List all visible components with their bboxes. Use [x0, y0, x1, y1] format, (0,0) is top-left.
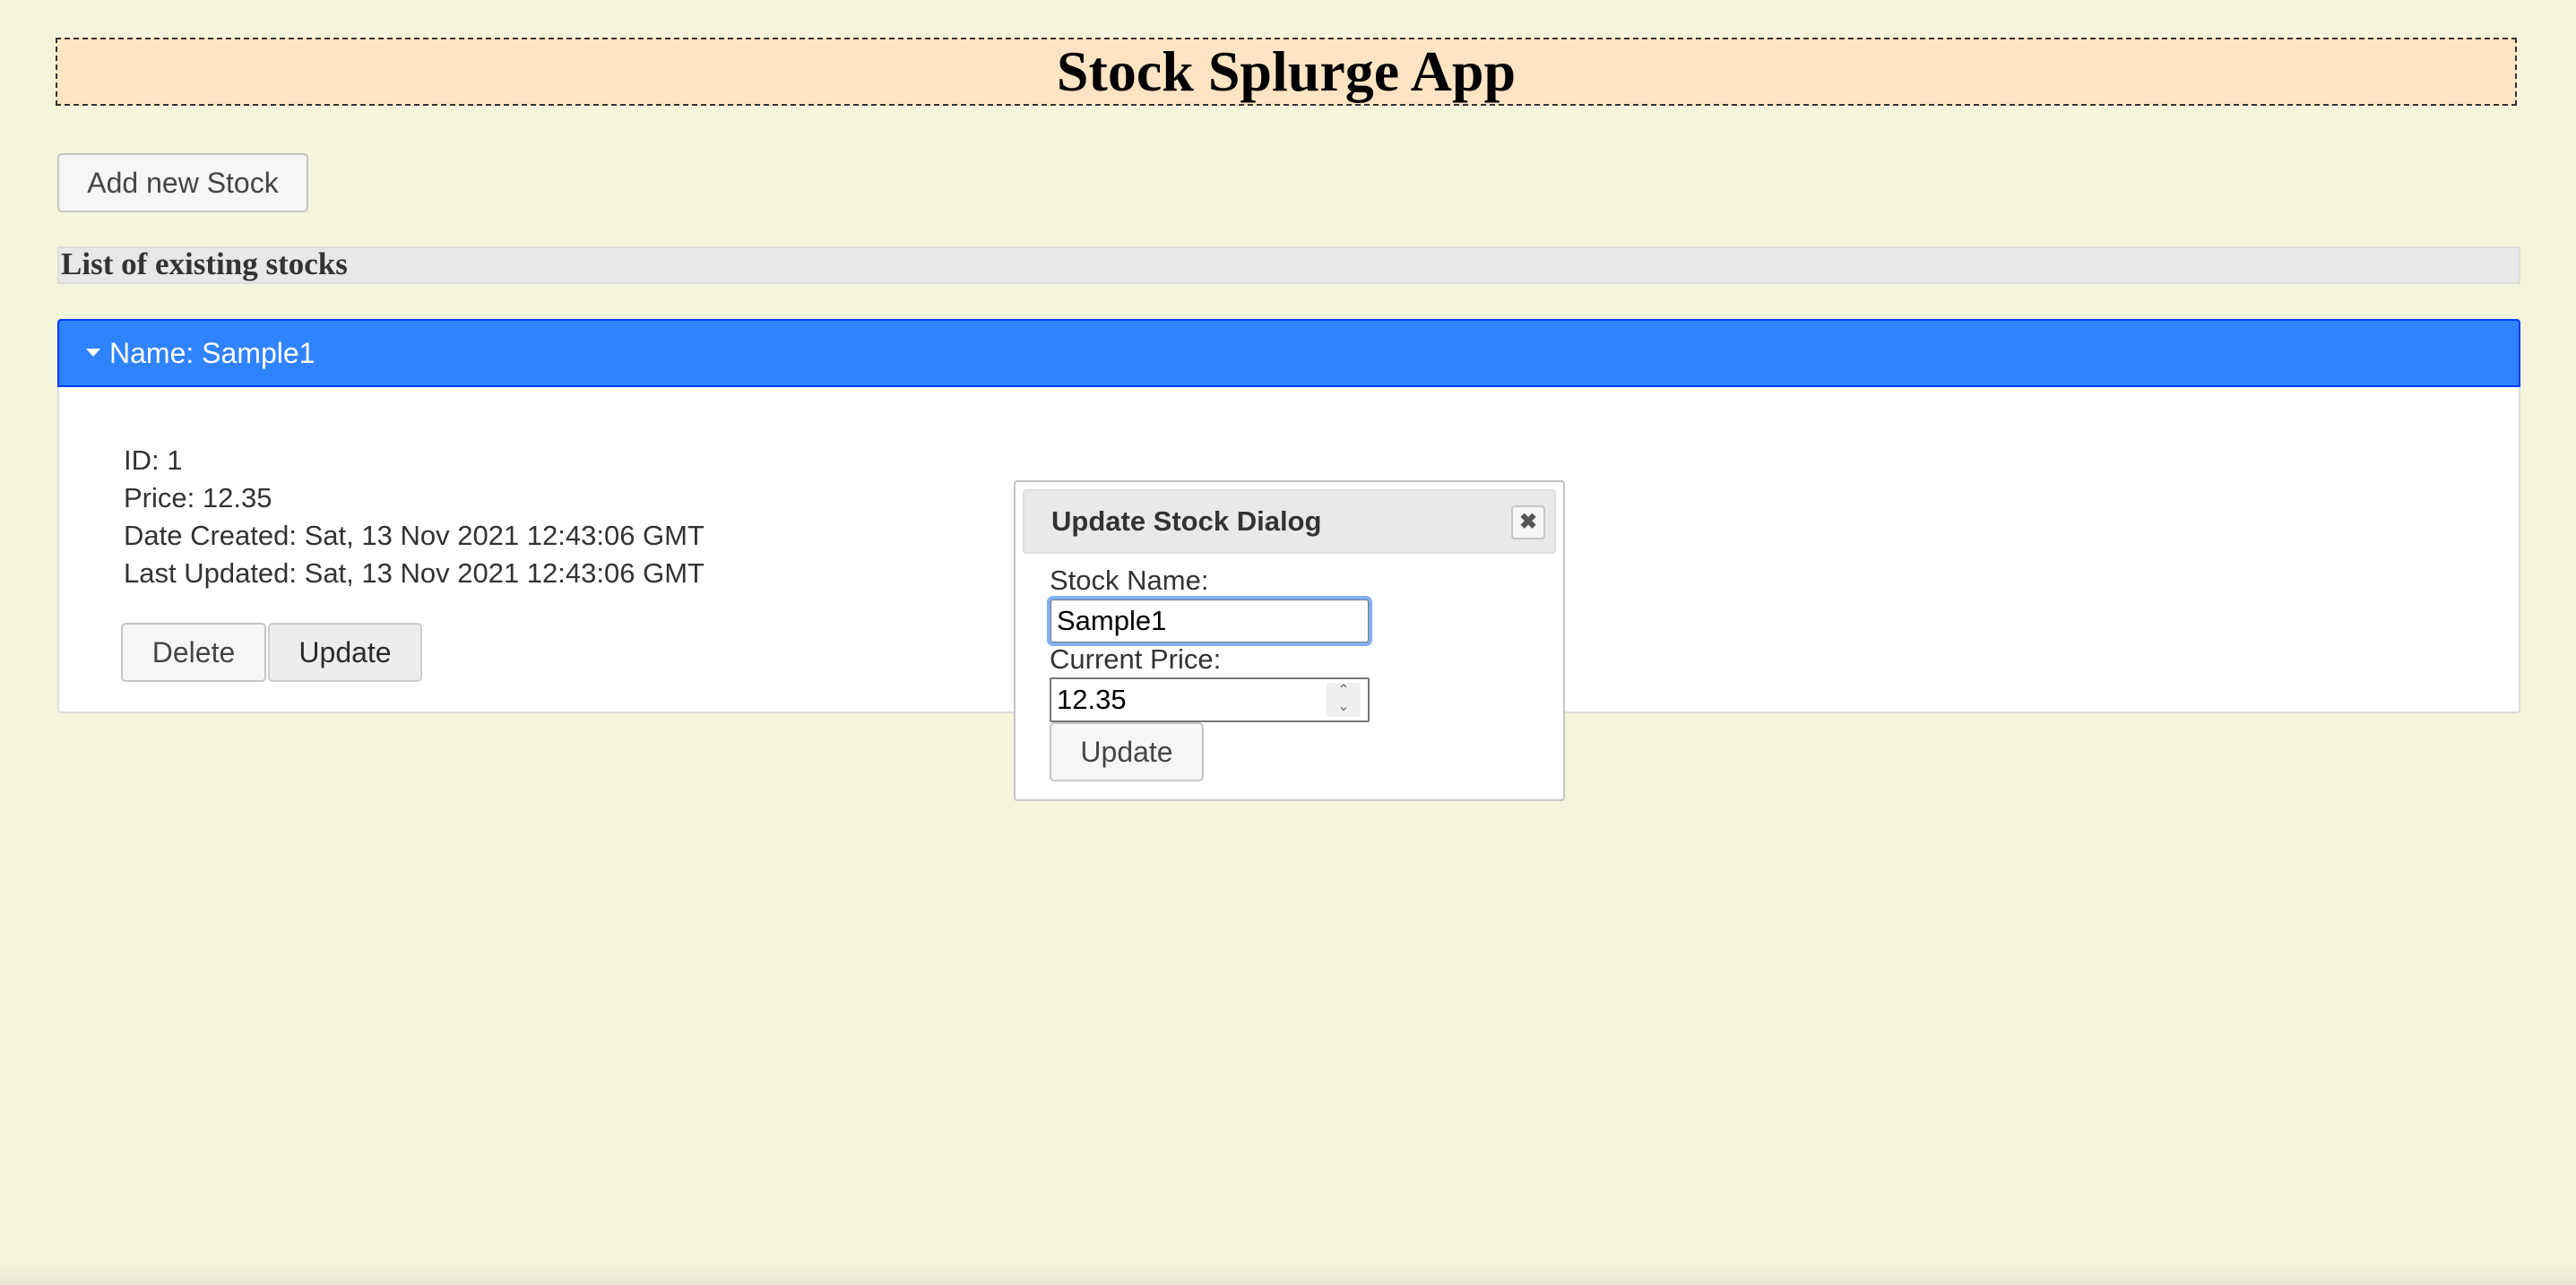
stock-name-label: Name: Sample1: [109, 337, 316, 369]
dialog-update-button[interactable]: Update: [1050, 722, 1204, 781]
delete-button[interactable]: Delete: [121, 623, 266, 682]
update-stock-dialog: Update Stock Dialog ✖ Stock Name: Curren…: [1014, 480, 1565, 801]
triangle-down-icon: [86, 349, 100, 358]
stock-name-label: Stock Name:: [1050, 565, 1209, 596]
stock-accordion-header[interactable]: Name: Sample1: [57, 319, 2520, 387]
spinner-arrows-icon[interactable]: ⌃ ⌄: [1327, 683, 1361, 717]
stock-date-created: Date Created: Sat, 13 Nov 2021 12:43:06 …: [124, 520, 705, 551]
close-icon[interactable]: ✖: [1511, 505, 1545, 539]
stock-name-input[interactable]: [1047, 596, 1372, 646]
current-price-input[interactable]: [1050, 677, 1370, 722]
update-button[interactable]: Update: [268, 623, 422, 682]
dialog-title: Update Stock Dialog: [1051, 505, 1322, 537]
app-title: Stock Splurge App: [1056, 39, 1517, 103]
window-bottom-edge: [0, 1263, 2576, 1285]
current-price-label: Current Price:: [1050, 643, 1222, 675]
stock-list-heading: List of existing stocks: [57, 246, 2520, 284]
stock-last-updated: Last Updated: Sat, 13 Nov 2021 12:43:06 …: [124, 557, 705, 589]
app-header: Stock Splurge App: [56, 38, 2517, 106]
stock-id: ID: 1: [124, 444, 183, 476]
stock-price: Price: 12.35: [124, 482, 272, 513]
dialog-titlebar[interactable]: Update Stock Dialog ✖: [1023, 489, 1556, 554]
add-stock-button[interactable]: Add new Stock: [57, 153, 308, 212]
